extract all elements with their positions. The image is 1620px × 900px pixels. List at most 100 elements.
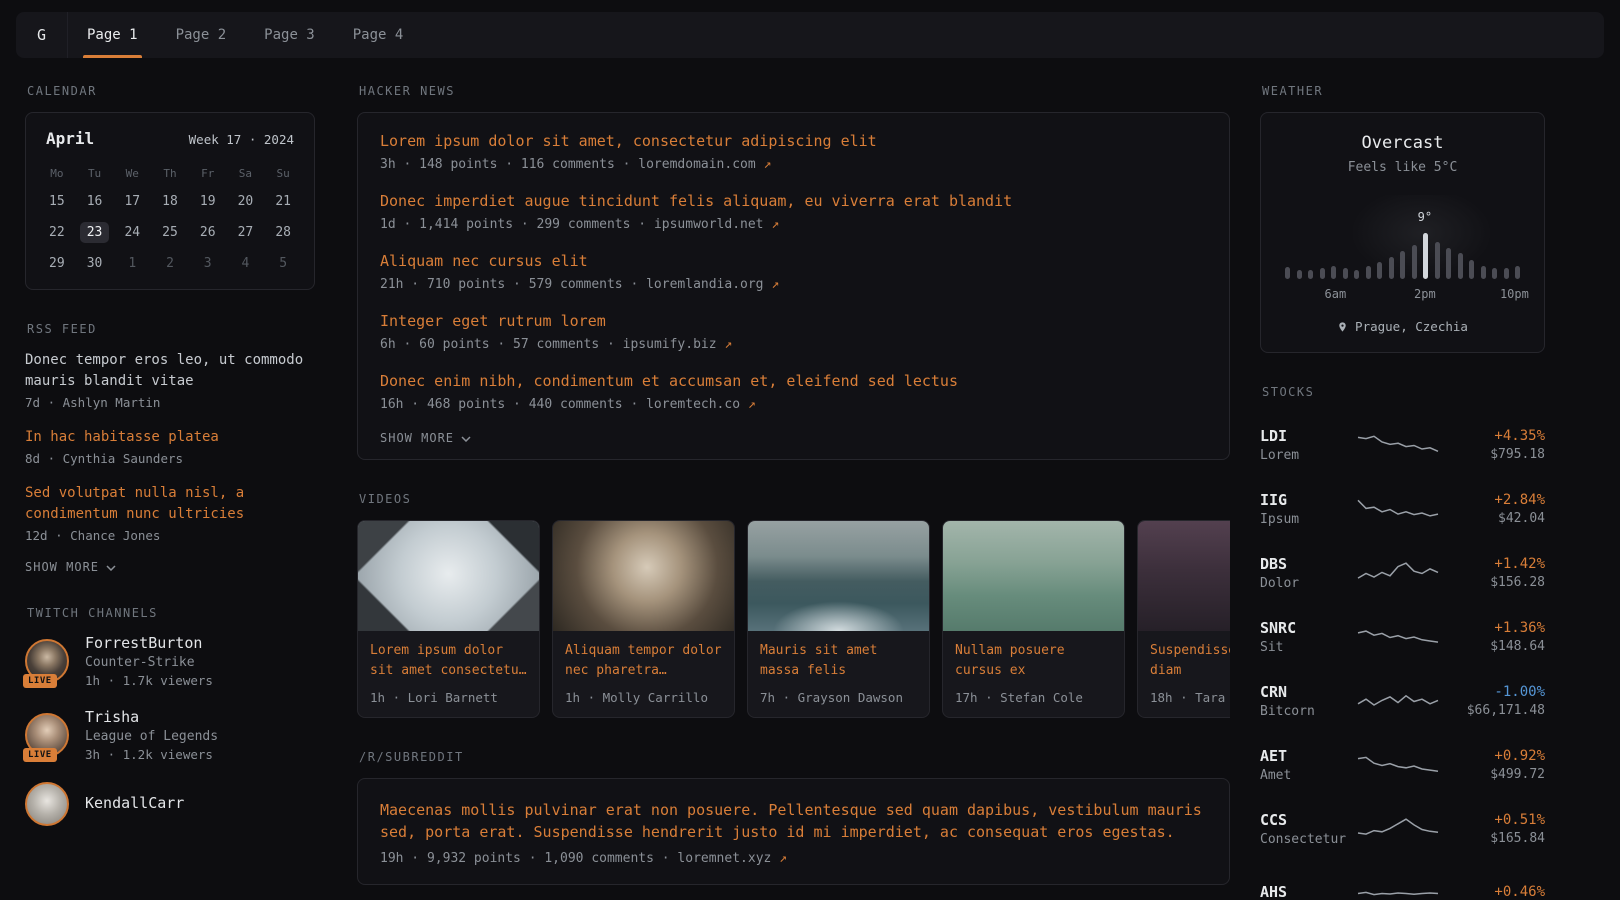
video-meta: 7h · Grayson Dawson xyxy=(760,690,917,705)
weather-bar xyxy=(1343,268,1348,279)
news-title[interactable]: Aliquam nec cursus elit xyxy=(380,251,1207,272)
calendar-day-cell: 4 xyxy=(227,248,265,279)
calendar-day-number: 19 xyxy=(193,191,223,212)
center-column: HACKER NEWS Lorem ipsum dolor sit amet, … xyxy=(357,84,1230,900)
video-card[interactable]: Lorem ipsum dolor sit amet consectetu… 1… xyxy=(357,520,540,718)
video-card[interactable]: Nullam posuere cursus ex 17h · Stefan Co… xyxy=(942,520,1125,718)
post-domain-link[interactable]: loremnet.xyz ↗ xyxy=(677,851,787,866)
news-domain-link[interactable]: loremdomain.com ↗ xyxy=(638,157,771,172)
news-domain-link[interactable]: ipsumify.biz ↗ xyxy=(623,337,733,352)
weather-bar xyxy=(1308,270,1313,279)
video-card[interactable]: Suspendisse diam 18h · Tara xyxy=(1137,520,1230,718)
calendar-day-number: 20 xyxy=(231,191,261,212)
video-meta: 18h · Tara xyxy=(1150,690,1230,705)
calendar-day-cell: 29 xyxy=(38,248,76,279)
video-title: Nullam posuere cursus ex xyxy=(955,641,1112,681)
weather-bar xyxy=(1297,270,1302,279)
stock-sparkline xyxy=(1356,492,1440,526)
post-title[interactable]: Maecenas mollis pulvinar erat non posuer… xyxy=(380,799,1207,843)
stock-row[interactable]: CCS Consectetur +0.51% $165.84 xyxy=(1260,797,1545,861)
stock-id: DBS Dolor xyxy=(1260,555,1356,591)
video-meta: 17h · Stefan Cole xyxy=(955,690,1112,705)
stock-row[interactable]: IIG Ipsum +2.84% $42.04 xyxy=(1260,477,1545,541)
calendar-day-header: Tu xyxy=(76,160,114,186)
page-tab-label: Page 2 xyxy=(176,27,227,43)
post-meta: 19h · 9,932 points · 1,090 comments · lo… xyxy=(380,851,1207,866)
stock-id: LDI Lorem xyxy=(1260,427,1356,463)
stock-ticker: IIG xyxy=(1260,491,1356,509)
stock-change: +4.35% xyxy=(1440,428,1545,444)
dashboard: CALENDAR April Week 17 · 2024 MoTuWeThFr… xyxy=(0,58,1620,900)
stock-ticker: CCS xyxy=(1260,811,1356,829)
twitch-channel[interactable]: LIVE Trisha League of Legends 3h · 1.2k … xyxy=(25,708,315,762)
stock-row[interactable]: CRN Bitcorn -1.00% $66,171.48 xyxy=(1260,669,1545,733)
section-label-weather: WEATHER xyxy=(1262,84,1545,98)
stock-ticker: AET xyxy=(1260,747,1356,765)
live-badge: LIVE xyxy=(23,674,57,688)
stock-price: $499.72 xyxy=(1440,767,1545,782)
twitch-channel[interactable]: LIVE ForrestBurton Counter-Strike 1h · 1… xyxy=(25,634,315,688)
news-item: Aliquam nec cursus elit 21h · 710 points… xyxy=(380,251,1207,292)
news-domain: loremlandia.org xyxy=(646,277,763,292)
rss-item: Donec tempor eros leo, ut commodo mauris… xyxy=(25,350,315,410)
weather-chart: 9° xyxy=(1285,195,1520,279)
video-card[interactable]: Mauris sit amet massa felis 7h · Grayson… xyxy=(747,520,930,718)
news-title[interactable]: Donec enim nibh, condimentum et accumsan… xyxy=(380,371,1207,392)
video-card[interactable]: Aliquam tempor dolor nec pharetra… 1h · … xyxy=(552,520,735,718)
calendar-day-cell: 24 xyxy=(113,217,151,248)
weather-time-label: 10pm xyxy=(1500,287,1529,301)
news-title[interactable]: Donec imperdiet augue tincidunt felis al… xyxy=(380,191,1207,212)
stock-price: $148.64 xyxy=(1440,639,1545,654)
calendar-day-number: 2 xyxy=(159,253,181,274)
stock-ticker: LDI xyxy=(1260,427,1356,445)
page-tab[interactable]: Page 3 xyxy=(245,12,334,58)
stock-change: +0.51% xyxy=(1440,812,1545,828)
page-tab[interactable]: Page 4 xyxy=(334,12,423,58)
stock-row[interactable]: SNRC Sit +1.36% $148.64 xyxy=(1260,605,1545,669)
stock-row[interactable]: AHS +0.46% xyxy=(1260,861,1545,900)
stock-row[interactable]: AET Amet +0.92% $499.72 xyxy=(1260,733,1545,797)
page-tab-label: Page 3 xyxy=(264,27,315,43)
calendar-day-headers: MoTuWeThFrSaSu xyxy=(38,160,302,186)
rss-item-title[interactable]: In hac habitasse platea xyxy=(25,427,315,448)
page-tab[interactable]: Page 1 xyxy=(68,12,157,58)
calendar-day-number: 1 xyxy=(121,253,143,274)
stock-name: Dolor xyxy=(1260,576,1356,591)
weather-time-labels: 6am2pm10pm xyxy=(1285,287,1520,302)
news-meta: 1d · 1,414 points · 299 comments · ipsum… xyxy=(380,217,1207,232)
post-domain: loremnet.xyz xyxy=(677,851,771,866)
rss-item-title[interactable]: Sed volutpat nulla nisl, a condimentum n… xyxy=(25,483,315,525)
app-logo[interactable]: G xyxy=(16,12,68,58)
calendar-day-number: 5 xyxy=(272,253,294,274)
stock-row[interactable]: DBS Dolor +1.42% $156.28 xyxy=(1260,541,1545,605)
stock-row[interactable]: LDI Lorem +4.35% $795.18 xyxy=(1260,413,1545,477)
stock-values: -1.00% $66,171.48 xyxy=(1440,684,1545,718)
stock-change: +2.84% xyxy=(1440,492,1545,508)
news-title[interactable]: Lorem ipsum dolor sit amet, consectetur … xyxy=(380,131,1207,152)
section-label-twitch: TWITCH CHANNELS xyxy=(27,606,315,620)
weather-bar xyxy=(1469,260,1474,279)
hackernews-card: Lorem ipsum dolor sit amet, consectetur … xyxy=(357,112,1230,460)
page-tab[interactable]: Page 2 xyxy=(157,12,246,58)
news-domain-link[interactable]: loremlandia.org ↗ xyxy=(646,277,779,292)
weather-bar xyxy=(1515,266,1520,279)
weather-bar xyxy=(1377,262,1382,279)
news-meta: 3h · 148 points · 116 comments · loremdo… xyxy=(380,157,1207,172)
stock-values: +1.36% $148.64 xyxy=(1440,620,1545,654)
news-meta-text: 16h · 468 points · 440 comments · xyxy=(380,397,646,412)
twitch-channel[interactable]: KendallCarr xyxy=(25,782,315,826)
rss-item-title[interactable]: Donec tempor eros leo, ut commodo mauris… xyxy=(25,350,315,392)
calendar-widget: CALENDAR April Week 17 · 2024 MoTuWeThFr… xyxy=(25,84,315,290)
stock-sparkline xyxy=(1356,556,1440,590)
videos-row: Lorem ipsum dolor sit amet consectetu… 1… xyxy=(357,520,1230,718)
news-show-more-button[interactable]: SHOW MORE xyxy=(380,431,471,445)
rss-show-more-button[interactable]: SHOW MORE xyxy=(25,560,116,574)
calendar-day-number: 27 xyxy=(231,222,261,243)
news-title[interactable]: Integer eget rutrum lorem xyxy=(380,311,1207,332)
news-domain-link[interactable]: ipsumworld.net ↗ xyxy=(654,217,779,232)
news-domain-link[interactable]: loremtech.co ↗ xyxy=(646,397,756,412)
stock-id: SNRC Sit xyxy=(1260,619,1356,655)
calendar-day-cell: 22 xyxy=(38,217,76,248)
twitch-viewers: 1h · 1.7k viewers xyxy=(85,673,213,688)
video-card-body: Suspendisse diam 18h · Tara xyxy=(1138,631,1230,717)
